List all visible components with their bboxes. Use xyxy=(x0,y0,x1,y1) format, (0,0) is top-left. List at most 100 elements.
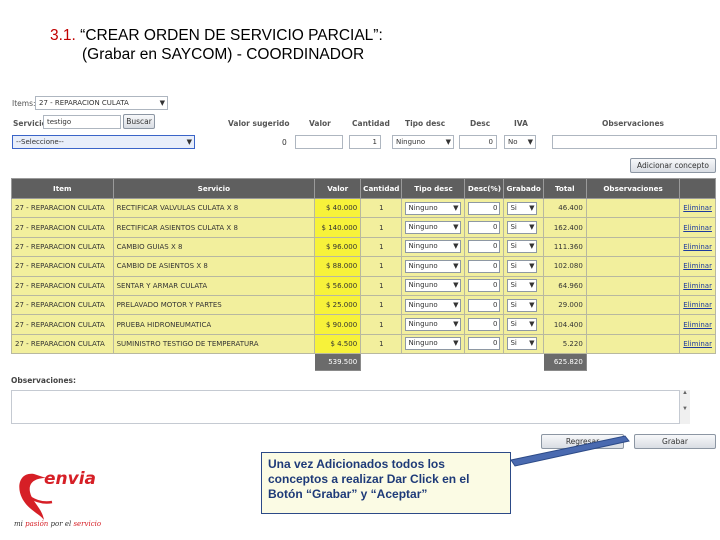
grabado-row-select[interactable]: Si ▼ xyxy=(507,318,538,332)
observaciones-label: Observaciones xyxy=(602,119,665,128)
desc-row-input[interactable]: 0 xyxy=(468,298,501,312)
tipo-desc-row-select[interactable]: Ninguno ▼ xyxy=(405,298,462,312)
cell-action: Eliminar xyxy=(679,256,716,277)
desc-row-input[interactable]: 0 xyxy=(468,259,501,273)
tipo-desc-row-value: Ninguno xyxy=(408,223,438,232)
eliminar-link[interactable]: Eliminar xyxy=(683,224,712,232)
desc-row-input[interactable]: 0 xyxy=(468,221,501,235)
table-row: 27 - REPARACION CULATA PRUEBA HIDRONEUMAT… xyxy=(11,314,716,335)
cantidad-input[interactable]: 1 xyxy=(349,135,381,149)
cell-desc: 0 xyxy=(464,314,505,335)
tipo-desc-row-value: Ninguno xyxy=(408,320,438,329)
cell-valor: $ 40.000 xyxy=(314,197,362,219)
eliminar-link[interactable]: Eliminar xyxy=(683,340,712,348)
eliminar-link[interactable]: Eliminar xyxy=(683,321,712,329)
grabado-row-select[interactable]: Si ▼ xyxy=(507,337,538,351)
valor-label: Valor xyxy=(309,119,331,128)
servicio-search-input[interactable]: testigo xyxy=(43,115,121,129)
desc-input[interactable]: 0 xyxy=(459,135,497,149)
grabado-row-select[interactable]: Si ▼ xyxy=(507,240,538,254)
table-totals-row: 539.500 625.820 xyxy=(10,353,717,372)
eliminar-link[interactable]: Eliminar xyxy=(683,301,712,309)
services-table: Item Servicio Valor Cantidad Tipo desc D… xyxy=(10,178,717,372)
cell-grabado: Si ▼ xyxy=(503,197,544,219)
desc-input-value: 0 xyxy=(488,138,493,146)
servicio-select-value: --Seleccione-- xyxy=(16,138,64,146)
service-order-form: Items: 27 - REPARACION CULATA ▼ Servicio… xyxy=(8,92,720,452)
tipo-desc-row-select[interactable]: Ninguno ▼ xyxy=(405,201,462,215)
cell-desc: 0 xyxy=(464,217,505,238)
cell-grabado: Si ▼ xyxy=(503,275,544,296)
grabado-row-value: Si xyxy=(510,242,517,251)
valor-input[interactable] xyxy=(295,135,343,149)
tipo-desc-row-value: Ninguno xyxy=(408,300,438,309)
cell-observaciones xyxy=(585,333,681,355)
grabado-row-value: Si xyxy=(510,261,517,270)
cell-total: 5.220 xyxy=(542,333,587,355)
cell-total: 162.400 xyxy=(542,217,587,238)
tipo-desc-row-select[interactable]: Ninguno ▼ xyxy=(405,240,462,254)
table-row: 27 - REPARACION CULATA RECTIFICAR VALVULA… xyxy=(11,197,716,219)
grabado-row-select[interactable]: Si ▼ xyxy=(507,298,538,312)
tipo-desc-row-select[interactable]: Ninguno ▼ xyxy=(405,337,462,351)
adicionar-concepto-button[interactable]: Adicionar concepto xyxy=(630,158,716,173)
cell-grabado: Si ▼ xyxy=(503,217,544,238)
desc-row-input[interactable]: 0 xyxy=(468,337,501,351)
desc-row-input[interactable]: 0 xyxy=(468,279,501,293)
scroll-down-icon: ▼ xyxy=(682,406,688,412)
grabado-row-select[interactable]: Si ▼ xyxy=(507,259,538,273)
desc-row-input[interactable]: 0 xyxy=(468,240,501,254)
cell-tipo-desc: Ninguno ▼ xyxy=(401,197,466,219)
col-header-desc: Desc(%) xyxy=(464,178,505,199)
tipo-desc-select[interactable]: Ninguno ▼ xyxy=(392,135,454,149)
grabar-button[interactable]: Grabar xyxy=(634,434,716,449)
cell-servicio: PRUEBA HIDRONEUMATICA xyxy=(112,314,316,335)
cell-valor: $ 25.000 xyxy=(314,294,362,316)
chevron-down-icon: ▼ xyxy=(453,320,459,329)
cell-servicio: CAMBIO GUIAS X 8 xyxy=(112,236,316,258)
buscar-button[interactable]: Buscar xyxy=(123,114,155,129)
grabado-row-select[interactable]: Si ▼ xyxy=(507,279,538,293)
iva-select[interactable]: No ▼ xyxy=(504,135,536,149)
desc-label: Desc xyxy=(470,119,491,128)
desc-row-input[interactable]: 0 xyxy=(468,201,501,215)
cell-valor: $ 96.000 xyxy=(314,236,362,258)
items-label: Items: xyxy=(12,99,36,108)
eliminar-link[interactable]: Eliminar xyxy=(683,243,712,251)
tipo-desc-row-select[interactable]: Ninguno ▼ xyxy=(405,279,462,293)
cell-action: Eliminar xyxy=(679,333,716,355)
chevron-down-icon: ▼ xyxy=(529,261,535,270)
eliminar-link[interactable]: Eliminar xyxy=(683,262,712,270)
cantidad-label: Cantidad xyxy=(352,119,390,128)
eliminar-link[interactable]: Eliminar xyxy=(683,282,712,290)
tipo-desc-row-select[interactable]: Ninguno ▼ xyxy=(405,318,462,332)
cell-grabado: Si ▼ xyxy=(503,314,544,335)
cell-observaciones xyxy=(585,294,681,316)
chevron-down-icon: ▼ xyxy=(529,300,535,309)
cell-cantidad: 1 xyxy=(360,275,403,296)
iva-label: IVA xyxy=(514,119,528,128)
items-select[interactable]: 27 - REPARACION CULATA ▼ xyxy=(35,96,168,110)
chevron-down-icon: ▼ xyxy=(159,99,165,107)
grabado-row-select[interactable]: Si ▼ xyxy=(507,221,538,235)
title-number: 3.1. xyxy=(50,27,76,44)
servicio-select[interactable]: --Seleccione-- ▼ xyxy=(12,135,195,149)
col-header-cantidad: Cantidad xyxy=(360,178,403,199)
observaciones-textarea[interactable] xyxy=(11,390,690,424)
cell-observaciones xyxy=(585,314,681,335)
tipo-desc-row-value: Ninguno xyxy=(408,339,438,348)
textarea-scrollbar[interactable]: ▲ ▼ xyxy=(679,390,690,424)
cell-desc: 0 xyxy=(464,256,505,277)
desc-row-input[interactable]: 0 xyxy=(468,318,501,332)
eliminar-link[interactable]: Eliminar xyxy=(683,204,712,212)
tipo-desc-row-select[interactable]: Ninguno ▼ xyxy=(405,259,462,273)
grabado-row-select[interactable]: Si ▼ xyxy=(507,201,538,215)
tipo-desc-row-select[interactable]: Ninguno ▼ xyxy=(405,221,462,235)
observaciones-input[interactable] xyxy=(552,135,717,149)
chevron-down-icon: ▼ xyxy=(453,281,459,290)
title-line2: (Grabar en SAYCOM) - COORDINADOR xyxy=(82,46,365,63)
cell-cantidad: 1 xyxy=(360,256,403,277)
tipo-desc-label: Tipo desc xyxy=(405,119,446,128)
grabado-row-value: Si xyxy=(510,339,517,348)
cell-observaciones xyxy=(585,256,681,277)
